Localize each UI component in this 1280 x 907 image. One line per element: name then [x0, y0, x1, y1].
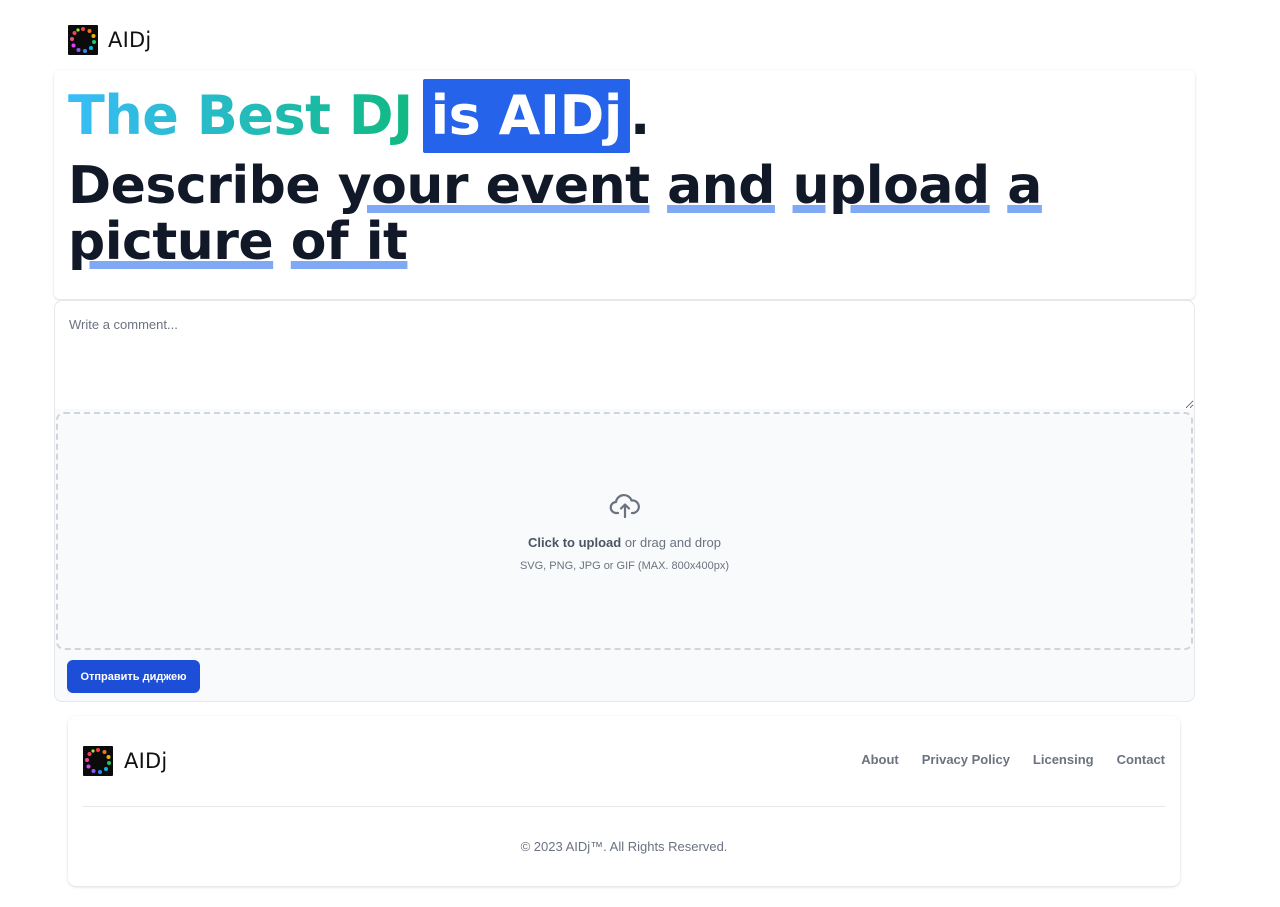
footer-divider	[83, 806, 1165, 807]
click-to-upload-text: Click to upload	[528, 534, 622, 550]
upload-hint: SVG, PNG, JPG or GIF (MAX. 800x400px)	[519, 559, 730, 572]
top-nav: AIDj	[68, 24, 151, 56]
hero-subtitle: Describe your event and upload a picture…	[68, 158, 1168, 270]
event-form: Click to upload or drag and drop SVG, PN…	[54, 300, 1195, 702]
footer-links: About Privacy Policy Licensing Contact	[861, 752, 1165, 767]
vinyl-dots-logo-icon[interactable]	[68, 25, 98, 55]
cloud-upload-icon	[609, 493, 640, 518]
drag-drop-text: or drag and drop	[621, 534, 721, 550]
footer-link-contact[interactable]: Contact	[1117, 752, 1165, 767]
hero-title-period: .	[629, 84, 651, 147]
upload-instructions: Click to upload or drag and drop	[528, 535, 721, 550]
hero-title: The Best DJ is AIDj.	[68, 78, 650, 154]
upload-dropzone[interactable]: Click to upload or drag and drop SVG, PN…	[56, 412, 1193, 650]
subtitle-word: of it	[290, 212, 408, 272]
subtitle-word: and	[667, 156, 775, 216]
copyright-text: © 2023 AIDj™. All Rights Reserved.	[520, 839, 728, 854]
footer-link-privacy-policy[interactable]: Privacy Policy	[922, 752, 1010, 767]
subtitle-word: picture	[68, 212, 274, 272]
hero-title-gradient: The Best DJ	[68, 84, 413, 147]
footer-link-about[interactable]: About	[861, 752, 899, 767]
submit-button[interactable]: Отправить диджею	[67, 660, 200, 693]
footer: AIDj About Privacy Policy Licensing Cont…	[68, 716, 1180, 886]
hero-title-highlight: is AIDj	[422, 79, 630, 153]
footer-brand[interactable]: AIDj	[83, 746, 167, 776]
brand-name[interactable]: AIDj	[108, 28, 151, 52]
hero-card: The Best DJ is AIDj. Describe your event …	[54, 70, 1195, 299]
subtitle-lead: Describe	[68, 156, 338, 216]
comment-input[interactable]	[55, 301, 1194, 409]
subtitle-word: a	[1007, 156, 1042, 216]
footer-link-licensing[interactable]: Licensing	[1033, 752, 1094, 767]
subtitle-word: upload	[792, 156, 991, 216]
footer-brand-name: AIDj	[124, 749, 168, 773]
vinyl-dots-logo-icon	[83, 746, 113, 776]
subtitle-word: your event	[337, 156, 650, 216]
